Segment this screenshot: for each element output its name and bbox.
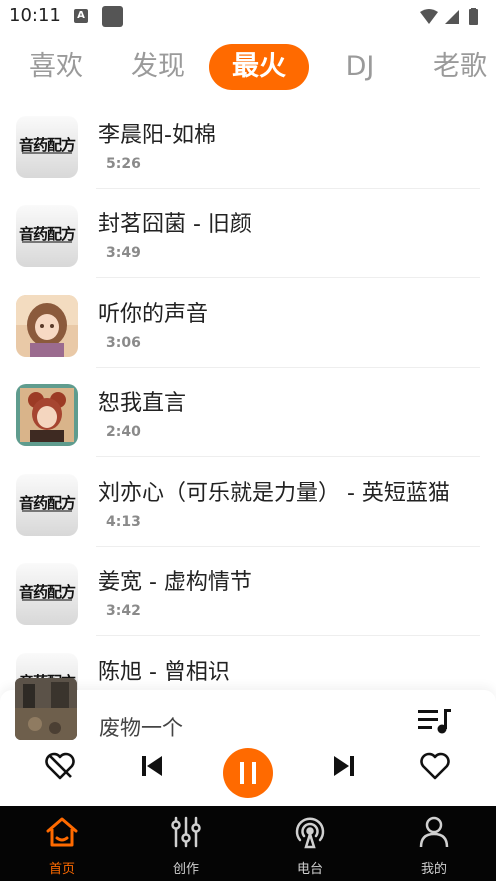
profile-icon — [419, 816, 449, 848]
anime-girl-cover-image — [16, 384, 78, 446]
song-duration: 3:42 — [106, 603, 141, 619]
pause-icon — [240, 762, 256, 784]
tab-favorites[interactable]: 喜欢 — [18, 44, 94, 90]
now-playing-title: 废物一个 — [99, 716, 183, 740]
song-cover: 音药配方 — [16, 474, 78, 536]
song-title: 封茗囧菌 - 旧颜 — [98, 212, 252, 237]
tab-discover[interactable]: 发现 — [120, 44, 196, 90]
song-duration: 5:26 — [106, 156, 141, 172]
song-cover: 音药配方 — [16, 116, 78, 178]
signal-battery-icons — [420, 8, 478, 25]
heart-icon[interactable] — [415, 746, 455, 786]
song-title: 陈旭 - 曾相识 — [98, 660, 230, 685]
song-title: 李晨阳-如棉 — [98, 123, 216, 148]
tab-oldies[interactable]: 老歌 — [422, 44, 496, 90]
nav-mine[interactable]: 我的 — [372, 806, 496, 881]
song-cover: 音药配方 — [16, 205, 78, 267]
song-cover: 音药配方 — [16, 563, 78, 625]
mini-player: 废物一个 — [0, 678, 496, 806]
category-tabs: 喜欢 发现 最火 DJ 老歌 — [0, 44, 496, 94]
now-playing-cover-image — [15, 678, 77, 740]
next-icon[interactable] — [324, 746, 364, 786]
song-title: 恕我直言 — [98, 391, 187, 416]
song-item[interactable]: 音药配方 封茗囧菌 - 旧颜 3:49 — [0, 189, 496, 278]
song-title: 姜宽 - 虚构情节 — [98, 570, 252, 595]
bottom-navigation: 首页 创作 电台 我的 — [0, 806, 496, 881]
song-cover — [16, 295, 78, 357]
song-item[interactable]: 音药配方 姜宽 - 虚构情节 3:42 — [0, 547, 496, 636]
notification-icon: A — [74, 9, 88, 23]
song-list: 音药配方 李晨阳-如棉 5:26 音药配方 封茗囧菌 - 旧颜 3:49 听你的… — [0, 100, 496, 690]
playlist-icon[interactable] — [416, 706, 452, 736]
song-item[interactable]: 恕我直言 2:40 — [0, 368, 496, 457]
now-playing-cover[interactable] — [15, 678, 77, 740]
tab-hottest[interactable]: 最火 — [209, 44, 309, 90]
song-item[interactable]: 音药配方 李晨阳-如棉 5:26 — [0, 100, 496, 189]
nav-radio[interactable]: 电台 — [248, 806, 372, 881]
song-item[interactable]: 音药配方 刘亦心（可乐就是力量） - 英短蓝猫 4:13 — [0, 458, 496, 547]
radio-icon — [295, 817, 325, 849]
song-title: 刘亦心（可乐就是力量） - 英短蓝猫 — [98, 481, 450, 506]
song-duration: 3:49 — [106, 245, 141, 261]
song-title: 听你的声音 — [98, 302, 209, 327]
nav-create[interactable]: 创作 — [124, 806, 248, 881]
previous-icon[interactable] — [132, 746, 172, 786]
nav-mine-label: 我的 — [420, 862, 447, 877]
status-time: 10:11 — [9, 5, 61, 26]
sliders-icon — [171, 816, 201, 848]
anime-girl-cover-image — [16, 295, 78, 357]
song-item[interactable]: 听你的声音 3:06 — [0, 279, 496, 368]
song-duration: 3:06 — [106, 335, 141, 351]
nav-home[interactable]: 首页 — [0, 806, 124, 881]
song-cover — [16, 384, 78, 446]
dislike-heart-icon[interactable] — [40, 746, 80, 786]
song-duration: 2:40 — [106, 424, 141, 440]
nav-radio-label: 电台 — [296, 862, 323, 877]
status-bar: 10:11 A — [0, 0, 496, 32]
pause-button[interactable] — [223, 748, 273, 798]
home-icon — [46, 817, 78, 847]
app-notification-icon — [102, 6, 123, 27]
nav-create-label: 创作 — [172, 862, 199, 877]
tab-dj[interactable]: DJ — [330, 44, 390, 90]
nav-home-label: 首页 — [48, 862, 75, 877]
song-duration: 4:13 — [106, 514, 141, 530]
